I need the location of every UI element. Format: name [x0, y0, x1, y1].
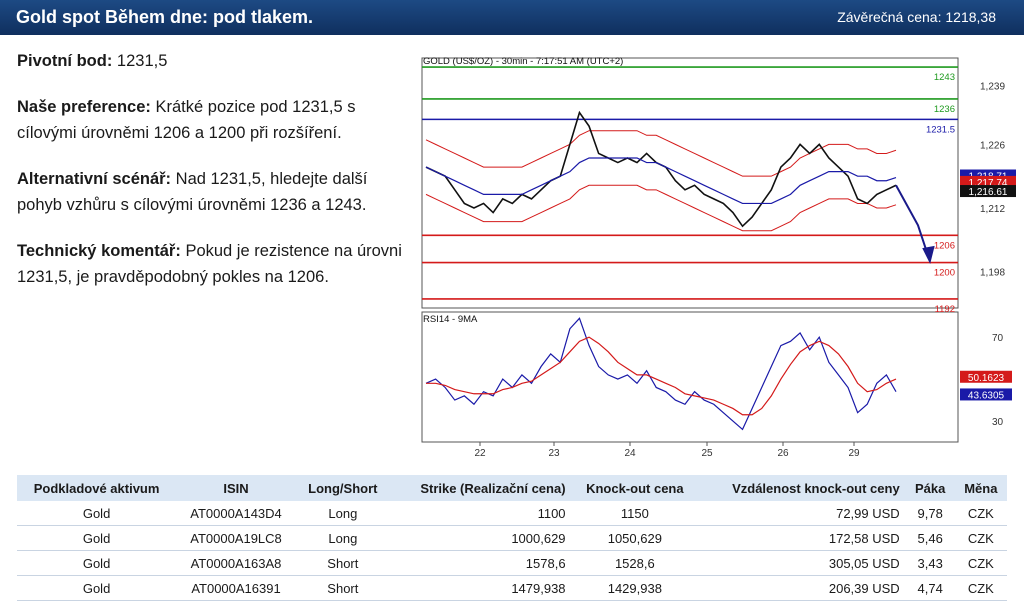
level-label: 1192: [935, 304, 955, 315]
table-cell: 9,78: [905, 501, 955, 526]
price-tick-label: 1,198: [980, 268, 1005, 279]
page-title: Gold spot Během dne: pod tlakem.: [16, 7, 314, 27]
x-tick-label: 29: [848, 448, 860, 459]
table-cell: Long: [295, 501, 390, 526]
table-cell: 1578,6: [389, 550, 572, 576]
closing-price: Závěrečná cena: 1218,38: [837, 9, 996, 25]
closing-price-label: Závěrečná cena:: [837, 9, 942, 25]
table-header-cell: Měna: [954, 475, 1007, 501]
table-row: Gold AT0000A143D4 Long 1100 1150 72,99 USD 9,7…: [17, 501, 1007, 526]
x-tick-label: 26: [777, 448, 789, 459]
price-panel: [421, 57, 959, 309]
rsi-panel: [421, 311, 959, 443]
rsi-tick-label: 30: [992, 417, 1004, 428]
table-cell: 72,99 USD: [698, 501, 906, 526]
rsi-tag-label: 50.1623: [968, 373, 1005, 384]
table-cell: CZK: [954, 550, 1007, 576]
table-body: Gold AT0000A143D4 Long 1100 1150 72,99 USD 9,7…: [17, 501, 1007, 601]
derivatives-table: Podkladové aktivum ISIN Long/Short Strike (…: [17, 475, 1007, 601]
x-tick-label: 24: [624, 448, 636, 459]
table-cell: AT0000A16391: [176, 575, 296, 601]
table-cell: AT0000A143D4: [176, 501, 296, 526]
table-cell: CZK: [954, 525, 1007, 551]
level-label: 1231.5: [926, 124, 955, 135]
closing-price-value: 1218,38: [945, 9, 996, 25]
table-cell: 3,43: [905, 550, 955, 576]
table-cell: 5,46: [905, 525, 955, 551]
price-chart: GOLD (US$/OZ) - 30min - 7:17:51 AM (UTC+…: [421, 56, 1016, 459]
x-tick-label: 25: [701, 448, 713, 459]
table-header-cell: Podkladové aktivum: [17, 475, 177, 501]
table-cell: Gold: [17, 550, 177, 576]
table-cell: 305,05 USD: [698, 550, 906, 576]
table-row: Gold AT0000A19LC8 Long 1000,629 1050,629 172,…: [17, 525, 1007, 551]
header-bar: Gold spot Během dne: pod tlakem. Závěreč…: [0, 0, 1024, 35]
table-header-cell: Vzdálenost knock-out ceny: [698, 475, 906, 501]
table-header-cell: Knock-out cena: [571, 475, 699, 501]
table-cell: 1479,938: [389, 575, 572, 601]
price-tick-label: 1,212: [980, 204, 1005, 215]
price-tick-label: 1,226: [980, 140, 1005, 151]
price-tick-label: 1,239: [980, 81, 1005, 92]
level-label: 1243: [934, 72, 955, 83]
table-cell: Gold: [17, 575, 177, 601]
x-tick-label: 22: [474, 448, 486, 459]
level-label: 1206: [934, 240, 955, 251]
table-cell: 206,39 USD: [698, 575, 906, 601]
table-cell: 1150: [571, 501, 699, 526]
table-cell: AT0000A163A8: [176, 550, 296, 576]
table-cell: Long: [295, 525, 390, 551]
table-cell: CZK: [954, 501, 1007, 526]
table-cell: Short: [295, 550, 390, 576]
table-cell: CZK: [954, 575, 1007, 601]
pivot-point: Pivotní bod: 1231,5: [17, 52, 168, 70]
table-cell: 4,74: [905, 575, 955, 601]
x-tick-label: 23: [548, 448, 560, 459]
table-cell: 1100: [389, 501, 572, 526]
table-row: Gold AT0000A163A8 Short 1578,6 1528,6 305,05 …: [17, 550, 1007, 576]
table-cell: 1050,629: [571, 525, 699, 551]
level-label: 1200: [934, 268, 955, 279]
table-header-cell: ISIN: [176, 475, 296, 501]
table-row: Gold AT0000A16391 Short 1479,938 1429,938 206…: [17, 575, 1007, 601]
table-cell: Gold: [17, 525, 177, 551]
technical-comment: Technický komentář: Pokud je rezistence …: [17, 242, 402, 286]
table-cell: 1528,6: [571, 550, 699, 576]
alternative-scenario: Alternativní scénář: Nad 1231,5, hledejt…: [17, 170, 368, 214]
chart-title: GOLD (US$/OZ) - 30min - 7:17:51 AM (UTC+…: [423, 56, 623, 67]
table-cell: 1000,629: [389, 525, 572, 551]
table-cell: 172,58 USD: [698, 525, 906, 551]
table-header-row: Podkladové aktivum ISIN Long/Short Strike (…: [17, 475, 1007, 501]
price-tag-label: 1,216.61: [969, 187, 1008, 198]
rsi-title: RSI14 - 9MA: [423, 314, 478, 325]
table-cell: Short: [295, 575, 390, 601]
our-preference: Naše preference: Krátké pozice pod 1231,…: [17, 98, 356, 142]
level-label: 1236: [934, 104, 955, 115]
table-cell: 1429,938: [571, 575, 699, 601]
table-header-cell: Long/Short: [295, 475, 390, 501]
table-cell: AT0000A19LC8: [176, 525, 296, 551]
rsi-tick-label: 70: [992, 333, 1004, 344]
rsi-tag-label: 43.6305: [968, 390, 1005, 401]
table-header-cell: Strike (Realizační cena): [389, 475, 572, 501]
table-header-cell: Páka: [905, 475, 955, 501]
commentary: Pivotní bod: 1231,5 Naše preference: Krá…: [17, 48, 402, 310]
table-cell: Gold: [17, 501, 177, 526]
